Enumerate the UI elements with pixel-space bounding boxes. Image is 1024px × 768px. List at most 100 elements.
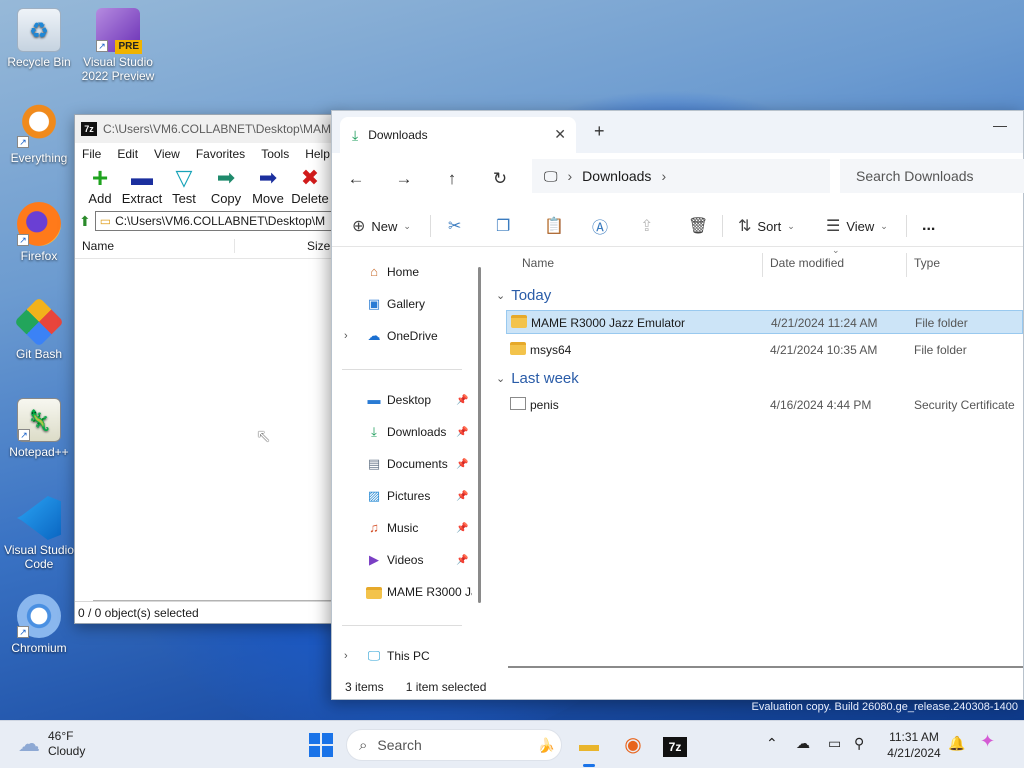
folder-up-icon[interactable]: ⬆ — [79, 213, 91, 230]
more-options-button[interactable]: ... — [922, 205, 935, 247]
desktop-icon-vscode[interactable]: Visual Studio Code — [1, 496, 77, 571]
menu-help[interactable]: Help — [305, 147, 330, 161]
view-label: View — [846, 218, 875, 234]
chevron-right-icon[interactable]: › — [661, 168, 666, 184]
display-icon[interactable]: ▭ — [828, 735, 841, 752]
chevron-right-icon[interactable]: › — [568, 168, 573, 184]
taskbar-search[interactable]: ⌕ Search 🍌 — [346, 729, 562, 761]
file-row-msys64[interactable]: msys64 4/21/2024 10:35 AM File folder — [506, 338, 1023, 362]
menu-file[interactable]: File — [82, 147, 101, 161]
breadcrumb-downloads[interactable]: Downloads — [582, 168, 651, 184]
taskbar-7zip[interactable]: 7z — [663, 731, 691, 759]
group-header-today[interactable]: ⌄ Today — [496, 283, 551, 307]
file-name: MAME R3000 Jazz Emulator — [531, 316, 686, 330]
sort-button[interactable]: ⇅ Sort ⌄ — [738, 205, 795, 247]
back-button[interactable]: ← — [332, 169, 380, 189]
nav-item-home[interactable]: ⌂ Home — [332, 258, 472, 286]
sevenzip-title-bar[interactable]: 7z C:\Users\VM6.COLLABNET\Desktop\MAME — [75, 115, 341, 143]
file-list-horizontal-scrollbar[interactable] — [508, 666, 1023, 668]
notification-bell-icon[interactable]: 🔔 — [948, 735, 965, 752]
nav-item-documents[interactable]: ▤ Documents 📌 — [332, 450, 472, 478]
nav-item-videos[interactable]: ▶ Videos 📌 — [332, 546, 472, 574]
desktop-icon-recycle-bin[interactable]: ♻ Recycle Bin — [1, 8, 77, 69]
new-tab-button[interactable]: + — [594, 121, 605, 142]
desktop-icon-everything[interactable]: ↗ Everything — [1, 104, 77, 165]
column-type[interactable]: Type — [914, 249, 940, 277]
nav-item-music[interactable]: ♫ Music 📌 — [332, 514, 472, 542]
taskbar-search-label: Search — [377, 737, 422, 753]
desktop-icon-firefox[interactable]: ↗ Firefox — [1, 202, 77, 263]
clock[interactable]: 11:31 AM 4/21/2024 — [880, 729, 948, 761]
desktop-icon-chromium[interactable]: ↗ Chromium — [1, 594, 77, 655]
column-size[interactable]: Size — [307, 239, 330, 253]
file-explorer-window[interactable]: ⤓ Downloads ✕ + — ← → ↑ ↻ 🖵 › Downloads … — [331, 110, 1024, 700]
file-list-pane[interactable]: Name Date modified ⌄ Type ⌄ Today MAME R… — [488, 245, 1023, 671]
copilot-icon[interactable]: ✦ — [980, 731, 995, 752]
desktop-icon-visual-studio[interactable]: PRE ↗ Visual Studio 2022 Preview — [80, 8, 156, 83]
paste-button[interactable]: 📋 — [544, 205, 564, 247]
weather-widget[interactable]: ☁ 46°F Cloudy — [18, 729, 85, 759]
copy-button-explorer[interactable]: ❐ — [496, 205, 510, 247]
new-button[interactable]: ⊕ New ⌄ — [352, 205, 411, 247]
sevenzip-address-row: ⬆ ▭ C:\Users\VM6.COLLABNET\Desktop\M — [75, 209, 341, 233]
taskbar-firefox[interactable]: ◉ — [619, 731, 647, 759]
cut-button[interactable]: ✂ — [448, 205, 461, 247]
pin-icon: 📌 — [456, 458, 469, 470]
sevenzip-window[interactable]: 7z C:\Users\VM6.COLLABNET\Desktop\MAME F… — [74, 114, 342, 624]
refresh-button[interactable]: ↻ — [476, 169, 524, 189]
view-button[interactable]: ☰ View ⌄ — [826, 205, 888, 247]
taskbar-file-explorer[interactable]: ▬ — [575, 731, 603, 767]
close-tab-icon[interactable]: ✕ — [554, 126, 566, 143]
menu-view[interactable]: View — [154, 147, 180, 161]
column-separator[interactable] — [762, 253, 763, 277]
copy-button[interactable]: ➡ Copy — [205, 165, 247, 209]
security-certificate-icon — [510, 397, 526, 410]
rename-button[interactable]: Ⓐ — [592, 205, 608, 247]
test-button[interactable]: ▽ Test — [163, 165, 205, 209]
nav-item-downloads[interactable]: ⤓ Downloads 📌 — [332, 418, 472, 446]
up-button[interactable]: ↑ — [428, 169, 476, 189]
chevron-right-icon[interactable]: › — [344, 330, 348, 342]
add-button[interactable]: + Add — [79, 164, 121, 209]
show-hidden-icons-chevron-icon[interactable]: ⌃ — [766, 735, 778, 752]
nav-item-gallery[interactable]: ▣ Gallery — [332, 290, 472, 318]
tab-downloads[interactable]: ⤓ Downloads ✕ — [340, 117, 576, 153]
navigation-pane-scrollbar[interactable] — [478, 267, 481, 603]
desktop-icon-label: Notepad++ — [9, 445, 69, 459]
start-button[interactable] — [309, 733, 333, 757]
sevenzip-address-input[interactable]: ▭ C:\Users\VM6.COLLABNET\Desktop\M — [94, 211, 341, 231]
search-input[interactable]: Search Downloads — [840, 159, 1024, 193]
menu-favorites[interactable]: Favorites — [196, 147, 245, 161]
desktop-icon-git-bash[interactable]: Git Bash — [1, 297, 77, 361]
documents-icon: ▤ — [367, 456, 381, 471]
sevenzip-file-list[interactable] — [75, 259, 341, 595]
file-row-certificate[interactable]: penis 4/16/2024 4:44 PM Security Certifi… — [506, 393, 1023, 417]
nav-item-onedrive[interactable]: › ☁ OneDrive — [332, 322, 472, 350]
file-date: 4/21/2024 11:24 AM — [771, 316, 878, 330]
extract-button[interactable]: ▬ Extract — [121, 165, 163, 209]
move-button[interactable]: ➡ Move — [247, 165, 289, 209]
address-bar[interactable]: 🖵 › Downloads › — [532, 159, 830, 193]
desktop-icon-notepad-plus-plus[interactable]: 🦎 ↗ Notepad++ — [1, 398, 77, 459]
cloud-offline-icon[interactable]: ☁ — [796, 735, 810, 752]
column-name[interactable]: Name — [522, 249, 554, 277]
nav-item-this-pc[interactable]: › 🖵 This PC — [332, 642, 472, 670]
menu-tools[interactable]: Tools — [261, 147, 289, 161]
column-separator[interactable] — [906, 253, 907, 277]
nav-item-desktop[interactable]: ▬ Desktop 📌 — [332, 386, 472, 414]
nav-item-mame-folder[interactable]: MAME R3000 Ja — [332, 578, 472, 606]
menu-edit[interactable]: Edit — [117, 147, 138, 161]
nav-item-pictures[interactable]: ▨ Pictures 📌 — [332, 482, 472, 510]
network-icon[interactable]: ⚲ — [854, 735, 864, 752]
status-item-count: 3 items — [345, 680, 384, 694]
group-header-last-week[interactable]: ⌄ Last week — [496, 366, 579, 390]
trash-icon: 🗑 — [688, 218, 709, 235]
forward-button[interactable]: → — [380, 169, 428, 189]
delete-button-explorer[interactable]: 🗑 — [688, 205, 708, 247]
column-name[interactable]: Name — [75, 238, 235, 253]
share-button[interactable]: ⇪ — [640, 205, 653, 247]
chevron-right-icon[interactable]: › — [344, 650, 348, 662]
delete-button[interactable]: ✖ Delete — [289, 165, 331, 209]
minimize-button[interactable]: — — [993, 117, 1007, 133]
file-row-mame-r3000[interactable]: MAME R3000 Jazz Emulator 4/21/2024 11:24… — [506, 310, 1023, 334]
